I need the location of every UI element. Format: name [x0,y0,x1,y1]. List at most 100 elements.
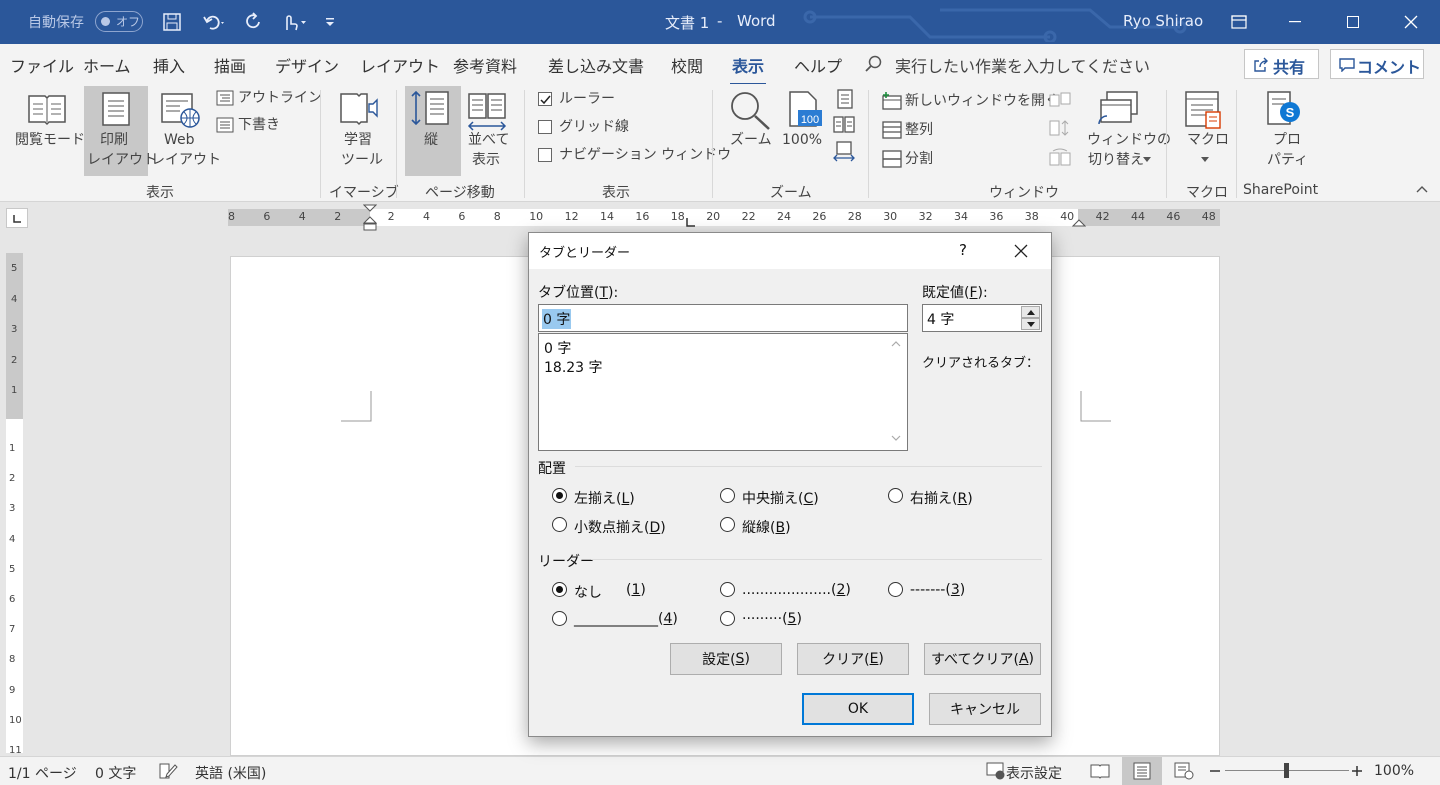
spin-down-button[interactable] [1021,318,1040,330]
group-views: 表示 [146,185,174,201]
leader-dots-radio[interactable] [720,582,735,597]
leader-middots-radio[interactable] [720,611,735,626]
cancel-button[interactable]: キャンセル [929,693,1041,725]
ok-button[interactable]: OK [802,693,914,725]
page-count[interactable]: 1/1 ページ [8,763,77,783]
display-settings[interactable]: 表示設定 [1006,763,1062,783]
tab-help[interactable]: ヘルプ [794,53,842,77]
one-page-icon[interactable] [835,89,855,109]
ruler-number: 26 [812,210,827,223]
split-button[interactable]: 分割 [905,150,933,169]
word-count[interactable]: 0 文字 [95,763,136,783]
tab-position-input[interactable]: 0 字 [538,304,908,332]
save-icon[interactable] [150,0,194,44]
minimize-icon[interactable] [1272,0,1318,44]
align-decimal-radio[interactable] [552,517,567,532]
user-name[interactable]: Ryo Shirao [1123,12,1203,30]
gridlines-checkbox[interactable] [538,120,552,134]
zoom-level[interactable]: 100% [1374,763,1414,779]
autosave-toggle[interactable]: オフ [95,11,143,32]
close-window-icon[interactable] [1388,0,1434,44]
web-layout-view-icon[interactable] [1174,762,1194,780]
scroll-up-icon[interactable] [891,340,901,348]
new-window-button[interactable]: 新しいウィンドウを開く [905,92,1059,111]
spin-up-button[interactable] [1021,306,1040,318]
learning-tools-icon[interactable] [339,90,381,126]
read-mode-view-icon[interactable] [1090,762,1110,780]
clear-all-button[interactable]: すべてクリア(A) [924,643,1041,675]
tab-file[interactable]: ファイル [10,53,74,77]
set-button[interactable]: 設定(S) [670,643,782,675]
leader-none-radio[interactable] [552,582,567,597]
zoom-100-icon[interactable]: 100 [786,90,824,130]
view-side-by-side-icon[interactable] [1049,92,1071,108]
group-divider [712,90,713,198]
print-layout-view-button[interactable] [1122,757,1162,785]
right-indent-icon[interactable] [1072,214,1086,228]
tell-me-input[interactable]: 実行したい作業を入力してください [895,53,1150,77]
switch-windows-icon[interactable] [1097,90,1139,128]
touch-mode-icon[interactable] [274,0,314,44]
list-item[interactable]: 0 字 [544,338,571,358]
page-width-icon[interactable] [833,141,855,163]
tab-insert[interactable]: 挿入 [153,53,185,77]
draft-button[interactable]: 下書き [238,116,280,135]
tab-stop-icon[interactable] [685,217,697,229]
ribbon-display-options-icon[interactable] [1216,0,1262,44]
clear-button[interactable]: クリア(E) [797,643,909,675]
comments-button[interactable]: コメント [1330,49,1424,79]
multiple-pages-icon[interactable] [833,116,855,134]
nav-pane-checkbox[interactable] [538,148,552,162]
zoom-out-icon[interactable] [1209,765,1221,777]
tab-mailings[interactable]: 差し込み文書 [548,53,644,77]
tab-design[interactable]: デザイン [275,53,339,77]
print-layout-label-2: レイアウト [87,152,157,168]
tab-review[interactable]: 校閲 [671,53,703,77]
collapse-ribbon-icon[interactable] [1416,185,1428,193]
leader-line-radio[interactable] [552,611,567,626]
align-center-radio[interactable] [720,488,735,503]
group-show: 表示 [602,185,630,201]
help-button[interactable]: ? [959,241,967,259]
macros-icon[interactable] [1184,90,1224,132]
web-layout-icon[interactable] [160,92,202,130]
zoom-in-icon[interactable] [1351,765,1363,777]
scroll-down-icon[interactable] [891,434,901,442]
leader-dashes-radio[interactable] [888,582,903,597]
share-button[interactable]: 共有 [1244,49,1319,79]
side-by-side-icon[interactable] [467,92,507,132]
default-stops-spinner[interactable]: 4 字 [922,304,1042,332]
read-mode-button[interactable]: 閲覧モード [15,131,85,150]
list-item[interactable]: 18.23 字 [544,357,603,377]
tab-view[interactable]: 表示 [729,53,767,86]
tab-references[interactable]: 参考資料 [453,53,517,77]
align-left-radio[interactable] [552,488,567,503]
ruler-number: 8 [228,210,235,223]
outline-button[interactable]: アウトライン [238,89,322,108]
tab-stop-list[interactable]: 0 字 18.23 字 [538,333,908,451]
undo-icon[interactable] [194,0,234,44]
tab-home[interactable]: ホーム [83,53,131,77]
customize-qat-icon[interactable] [314,0,346,44]
align-bar-radio[interactable] [720,517,735,532]
sharepoint-properties-icon[interactable]: S [1264,90,1304,130]
zoom-icon[interactable] [729,90,771,130]
proofing-icon[interactable] [158,762,178,780]
sync-scroll-icon[interactable] [1049,119,1071,137]
redo-icon[interactable] [234,0,274,44]
tab-draw[interactable]: 描画 [214,53,246,77]
tab-selector[interactable] [6,208,28,228]
maximize-icon[interactable] [1330,0,1376,44]
read-mode-icon[interactable] [27,92,67,126]
language[interactable]: 英語 (米国) [195,763,266,783]
align-right-radio[interactable] [888,488,903,503]
cleared-tabs-label: クリアされるタブ： [922,356,1040,371]
reset-position-icon[interactable] [1049,148,1071,166]
indent-marker-icon[interactable] [363,204,377,232]
ruler-number: 2 [334,210,342,223]
tab-layout[interactable]: レイアウト [360,53,440,77]
arrange-button[interactable]: 整列 [905,121,933,140]
zoom-slider-thumb[interactable] [1284,763,1289,778]
ruler-checkbox[interactable] [538,92,552,106]
close-icon[interactable] [1014,244,1028,258]
